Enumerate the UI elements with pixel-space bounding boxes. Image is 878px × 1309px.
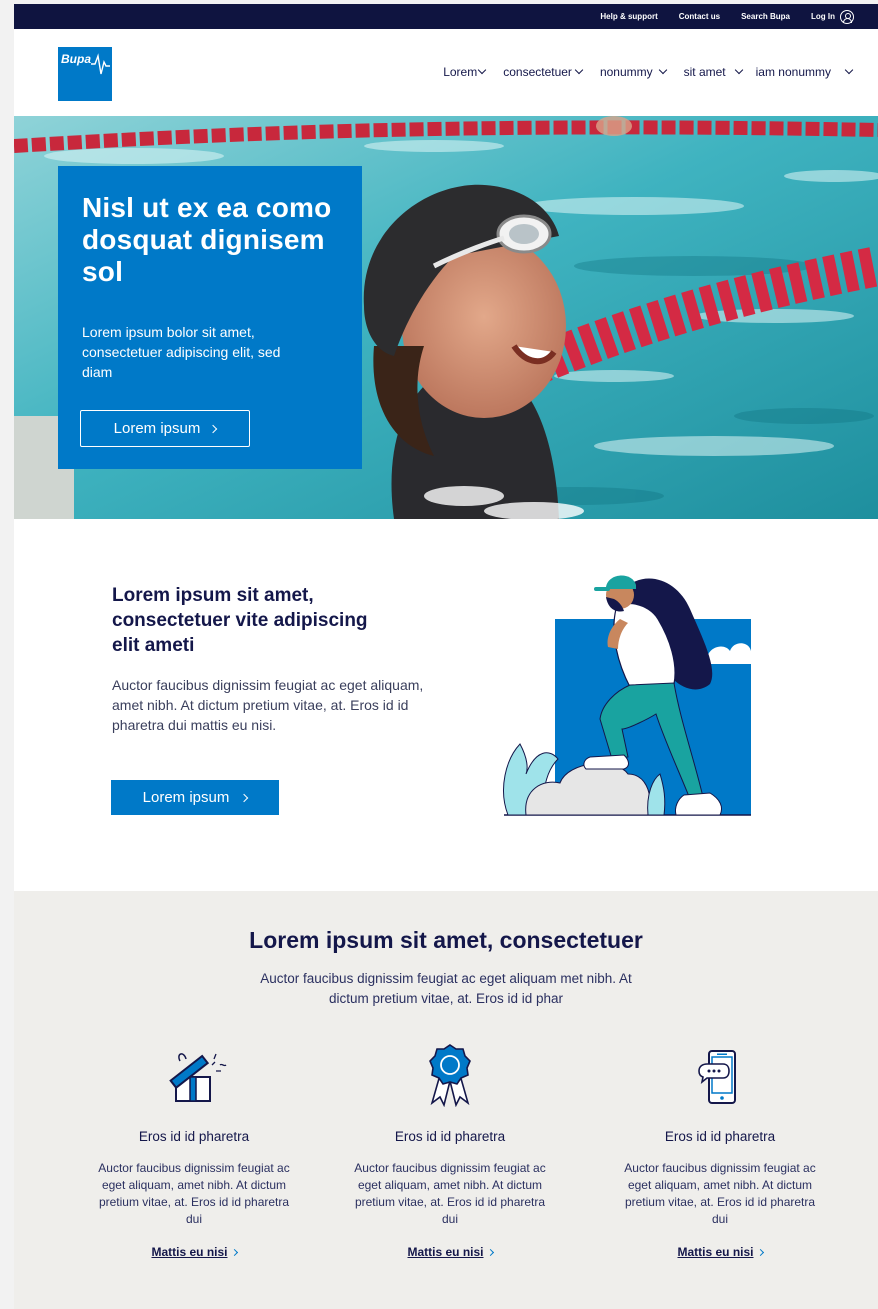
hero-card: Nisl ut ex ea como dosquat dignisem sol … — [58, 166, 362, 469]
intro-section: Lorem ipsum sit amet, consectetuer vite … — [14, 519, 878, 891]
page: Help & support Contact us Search Bupa Lo… — [14, 4, 878, 1309]
features-section: Lorem ipsum sit amet, consectetuer Aucto… — [14, 891, 878, 1309]
feature-link[interactable]: Mattis eu nisi — [84, 1245, 304, 1259]
hero-title: Nisl ut ex ea como dosquat dignisem sol — [82, 192, 332, 287]
chevron-right-icon — [230, 1248, 238, 1256]
feature-title: Eros id id pharetra — [394, 1129, 506, 1144]
hero-cta-button[interactable]: Lorem ipsum — [80, 410, 250, 447]
feature-link[interactable]: Mattis eu nisi — [340, 1245, 560, 1259]
award-ribbon-icon — [340, 1041, 560, 1107]
utility-bar: Help & support Contact us Search Bupa Lo… — [14, 4, 878, 29]
login-link[interactable]: Log In — [811, 9, 854, 24]
contact-us-link[interactable]: Contact us — [679, 12, 720, 21]
intro-cta-button[interactable]: Lorem ipsum — [111, 780, 279, 815]
nav-label: iam nonummy — [755, 65, 831, 79]
chevron-down-icon — [658, 65, 667, 75]
intro-text: Auctor faucibus dignissim feugiat ac ege… — [112, 677, 424, 733]
search-link[interactable]: Search Bupa — [741, 12, 790, 21]
feature-text: Auctor faucibus dignissim feugiat ac ege… — [624, 1161, 816, 1226]
chevron-right-icon — [240, 793, 249, 802]
feature-link-label: Mattis eu nisi — [151, 1245, 228, 1259]
feature-link-label: Mattis eu nisi — [677, 1245, 754, 1259]
feature-link[interactable]: Mattis eu nisi — [610, 1245, 830, 1259]
hero-cta-label: Lorem ipsum — [113, 420, 201, 437]
bupa-logo[interactable]: Bupa — [58, 47, 112, 101]
site-header: Bupa Lorem consectetuer nonummy sit amet… — [14, 29, 878, 116]
chevron-down-icon — [734, 65, 743, 75]
phone-chat-icon — [610, 1041, 830, 1107]
chevron-right-icon — [209, 424, 218, 433]
feature-link-label: Mattis eu nisi — [407, 1245, 484, 1259]
chevron-down-icon — [574, 65, 584, 75]
feature-text: Auctor faucibus dignissim feugiat ac ege… — [354, 1161, 546, 1226]
intro-title: Lorem ipsum sit amet, consectetuer vite … — [112, 585, 368, 656]
nav-label: Lorem — [443, 65, 478, 79]
nav-item-lorem[interactable]: Lorem — [443, 65, 487, 79]
features-title: Lorem ipsum sit amet, consectetuer — [249, 927, 643, 953]
features-subtitle: Auctor faucibus dignissim feugiat ac ege… — [260, 971, 632, 1006]
chevron-right-icon — [486, 1248, 494, 1256]
hero-text: Lorem ipsum bolor sit amet, consectetuer… — [82, 324, 281, 380]
nav-item-sit-amet[interactable]: sit amet — [683, 65, 743, 79]
feature-card: Eros id id pharetra Auctor faucibus dign… — [340, 1041, 560, 1259]
user-icon — [840, 9, 854, 24]
nav-label: nonummy — [599, 65, 653, 79]
chevron-right-icon — [756, 1248, 764, 1256]
chevron-down-icon — [844, 65, 854, 75]
nav-item-nonummy[interactable]: nonummy — [599, 65, 667, 79]
hero-banner: Nisl ut ex ea como dosquat dignisem sol … — [14, 116, 878, 519]
nav-item-consectetuer[interactable]: consectetuer — [503, 65, 584, 79]
help-support-link[interactable]: Help & support — [600, 12, 657, 21]
main-nav: Lorem consectetuer nonummy sit amet iam … — [443, 65, 854, 79]
heartbeat-icon — [91, 53, 110, 75]
feature-card: Eros id id pharetra Auctor faucibus dign… — [84, 1041, 304, 1259]
intro-cta-label: Lorem ipsum — [142, 789, 230, 806]
nav-item-iam-nonummy[interactable]: iam nonummy — [755, 65, 854, 79]
nav-label: consectetuer — [503, 65, 572, 79]
feature-title: Eros id id pharetra — [664, 1129, 776, 1144]
feature-text: Auctor faucibus dignissim feugiat ac ege… — [98, 1161, 290, 1226]
feature-card: Eros id id pharetra Auctor faucibus dign… — [610, 1041, 830, 1259]
login-label: Log In — [811, 12, 835, 21]
hiker-illustration — [503, 575, 752, 816]
feature-title: Eros id id pharetra — [138, 1129, 250, 1144]
nav-label: sit amet — [683, 65, 726, 79]
gift-icon — [84, 1041, 304, 1107]
chevron-down-icon — [477, 65, 487, 75]
